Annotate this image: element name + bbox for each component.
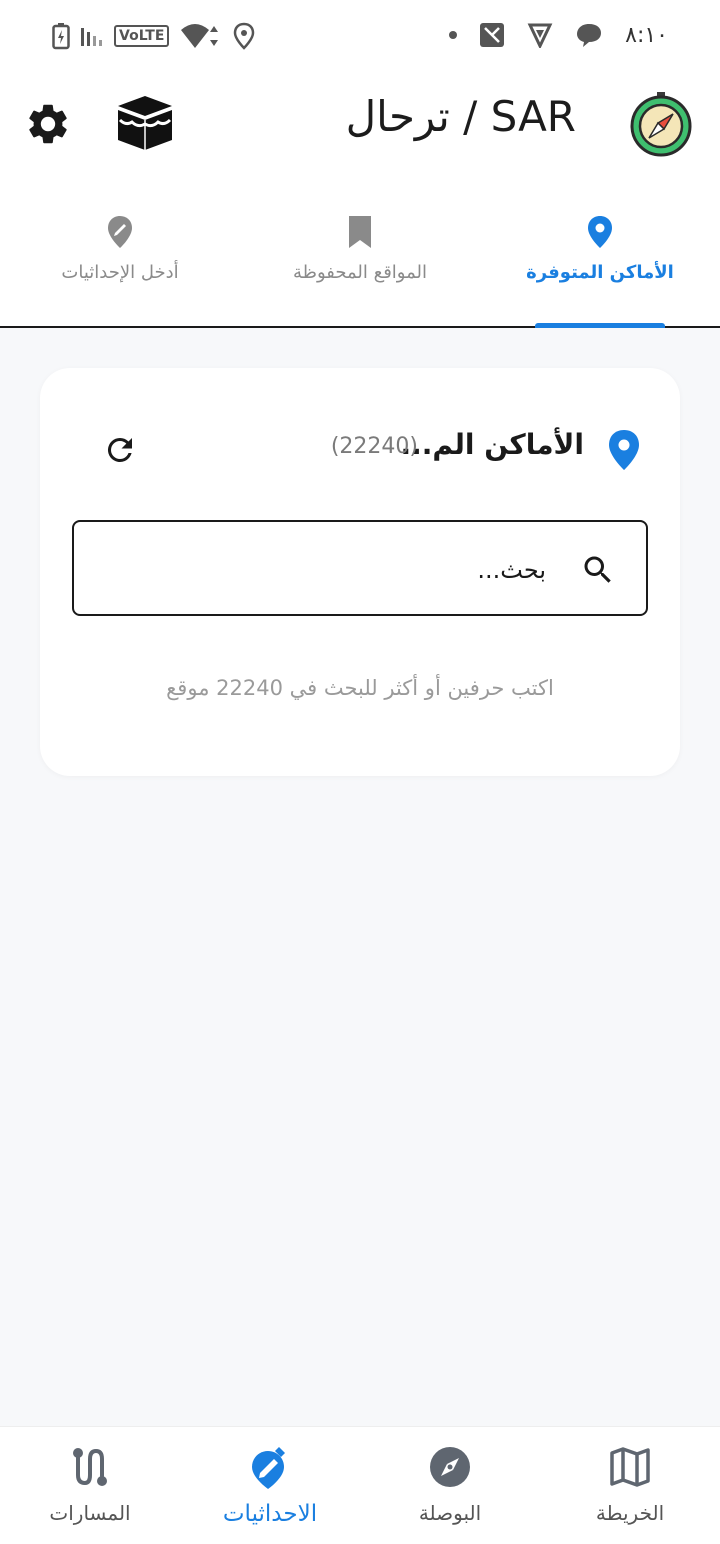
- battery-charging-icon: [52, 23, 70, 50]
- compass-icon: [430, 1447, 470, 1487]
- app-bar: SAR / ترحال: [0, 80, 720, 170]
- tab-bar: الأماكن المتوفرة المواقع المحفوظة أدخل ا…: [0, 200, 720, 328]
- location-pin-icon: [609, 430, 639, 470]
- search-hint: اكتب حرفين أو أكثر للبحث في 22240 موقع: [166, 676, 554, 700]
- wifi-icon: [181, 24, 219, 48]
- tab-label: المواقع المحفوظة: [293, 262, 427, 283]
- map-icon: [610, 1447, 650, 1487]
- tab-label: أدخل الإحداثيات: [61, 262, 179, 283]
- edit-location-icon: [252, 1447, 285, 1489]
- card-title: الأماكن الم...: [400, 428, 584, 461]
- gear-icon[interactable]: [24, 100, 72, 148]
- tab-enter-coordinates[interactable]: أدخل الإحداثيات: [0, 200, 240, 326]
- places-card: الأماكن الم... (22240) اكتب حرفين أو أكث…: [40, 368, 680, 776]
- places-count: (22240): [330, 434, 418, 459]
- nav-item-map[interactable]: الخريطة: [540, 1427, 720, 1544]
- dot-icon: [449, 31, 458, 39]
- status-bar: VoLTE ٨:١٠: [0, 0, 720, 76]
- nav-label: المسارات: [49, 1501, 131, 1525]
- bookmark-icon: [349, 216, 371, 248]
- refresh-icon[interactable]: [102, 432, 138, 468]
- compass-logo-icon: [630, 92, 692, 157]
- status-bar-left: VoLTE: [52, 22, 255, 50]
- edit-pin-icon: [108, 216, 132, 248]
- bottom-navigation: الخريطة البوصلة الاحداثيات المسارات: [0, 1426, 720, 1544]
- nav-label: البوصلة: [418, 1501, 482, 1525]
- status-time: ٨:١٠: [625, 22, 668, 48]
- tab-saved-locations[interactable]: المواقع المحفوظة: [240, 200, 480, 326]
- tab-label: الأماكن المتوفرة: [526, 262, 674, 283]
- tab-available-places[interactable]: الأماكن المتوفرة: [480, 200, 720, 328]
- app-title: SAR / ترحال: [345, 92, 576, 141]
- nav-item-compass[interactable]: البوصلة: [360, 1427, 540, 1544]
- route-icon: [73, 1448, 107, 1486]
- search-input[interactable]: [126, 550, 546, 590]
- volte-icon: VoLTE: [114, 25, 170, 47]
- nav-item-coordinates[interactable]: الاحداثيات: [180, 1427, 360, 1544]
- image-icon: [480, 23, 505, 47]
- nav-label: الخريطة: [595, 1501, 665, 1525]
- location-pin-icon: [588, 216, 612, 248]
- status-bar-right: ٨:١٠: [449, 22, 668, 48]
- chat-icon: [577, 24, 602, 47]
- search-icon: [584, 556, 611, 583]
- location-icon: [234, 22, 255, 50]
- nav-item-routes[interactable]: المسارات: [0, 1427, 180, 1544]
- search-box[interactable]: [72, 520, 648, 616]
- signal-icon: [81, 28, 102, 46]
- nav-label: الاحداثيات: [222, 1501, 318, 1527]
- kaaba-icon[interactable]: [114, 92, 176, 154]
- vpn-icon: [527, 23, 553, 48]
- main-content: الأماكن الم... (22240) اكتب حرفين أو أكث…: [0, 328, 720, 1426]
